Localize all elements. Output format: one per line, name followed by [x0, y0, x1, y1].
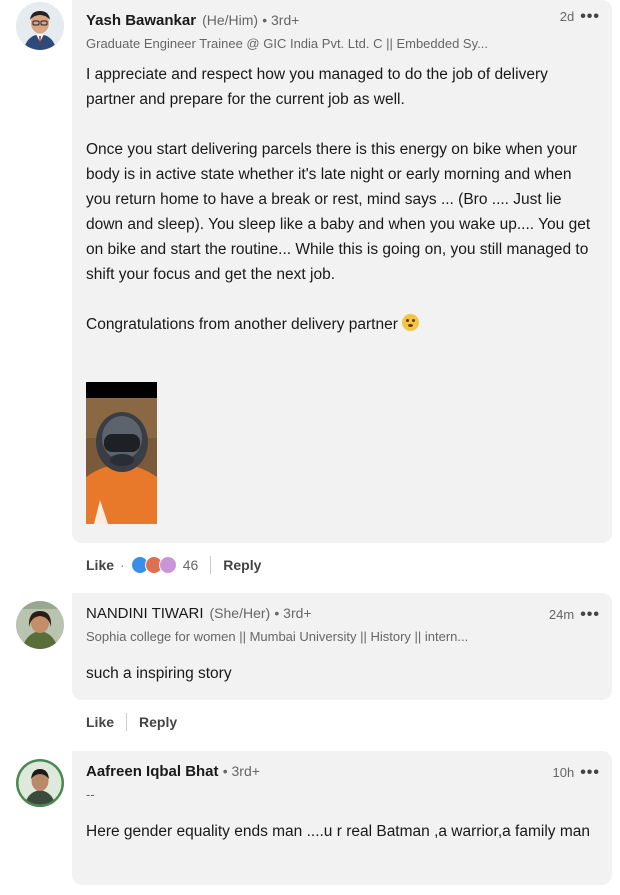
avatar-photo [16, 2, 64, 50]
divider [210, 556, 212, 574]
avatar[interactable] [16, 759, 64, 807]
comment-meta: 2d ••• [559, 8, 600, 24]
like-button[interactable]: Like [86, 714, 114, 730]
author-name[interactable]: Yash Bawankar [86, 12, 196, 29]
comment-meta: 10h ••• [552, 764, 600, 780]
comment-text: Here gender equality ends man ....u r re… [86, 823, 590, 840]
comment-paragraph-text: Congratulations from another delivery pa… [86, 316, 398, 333]
author-name[interactable]: Aafreen Iqbal Bhat [86, 763, 219, 780]
comment-time: 24m [548, 607, 575, 622]
author-headline: Graduate Engineer Trainee @ GIC India Pv… [86, 36, 488, 51]
comment-time: 2d [559, 9, 575, 24]
author-line: NANDINI TIWARI (She/Her) • 3rd+ [86, 605, 312, 622]
comment-actions: Like Reply [86, 713, 177, 731]
avatar[interactable] [16, 2, 64, 50]
author-line: Aafreen Iqbal Bhat • 3rd+ [86, 763, 260, 780]
connection-degree: • 3rd+ [274, 605, 312, 621]
comment-meta: 24m ••• [548, 606, 600, 622]
more-options-icon[interactable]: ••• [580, 606, 600, 622]
comment-text: such a inspiring story [86, 665, 232, 682]
comment-actions: Like · 46 Reply [86, 556, 261, 574]
comment-paragraph: Congratulations from another delivery pa… [86, 312, 591, 337]
like-button[interactable]: Like [86, 557, 114, 573]
more-options-icon[interactable]: ••• [580, 764, 600, 780]
author-headline: -- [86, 787, 95, 802]
reaction-icons[interactable] [130, 556, 177, 574]
connection-degree: • 3rd+ [262, 12, 300, 28]
comment-bubble: Aafreen Iqbal Bhat • 3rd+ -- 10h ••• Her… [72, 751, 612, 885]
reply-button[interactable]: Reply [223, 557, 261, 573]
helmet-selfie-image [86, 382, 157, 524]
comment-text: I appreciate and respect how you managed… [86, 62, 591, 337]
separator-dot: · [120, 557, 125, 573]
author-headline: Sophia college for women || Mumbai Unive… [86, 629, 469, 644]
comment-time: 10h [552, 765, 575, 780]
divider [126, 713, 128, 731]
author-name[interactable]: NANDINI TIWARI [86, 605, 204, 622]
author-line: Yash Bawankar (He/Him) • 3rd+ [86, 12, 299, 29]
reaction-count[interactable]: 46 [183, 557, 199, 573]
comment-bubble: Yash Bawankar (He/Him) • 3rd+ Graduate En… [72, 0, 612, 543]
avatar[interactable] [16, 601, 64, 649]
avatar-photo [16, 759, 64, 807]
flushed-emoji-icon [401, 314, 419, 331]
avatar-photo [16, 601, 64, 649]
comment-bubble: NANDINI TIWARI (She/Her) • 3rd+ Sophia co… [72, 593, 612, 700]
comment-paragraph: I appreciate and respect how you managed… [86, 66, 548, 108]
comment-paragraph: Once you start delivering parcels there … [86, 141, 591, 283]
support-reaction-icon [158, 556, 177, 574]
connection-degree: • 3rd+ [222, 763, 260, 779]
comment-image[interactable] [86, 382, 157, 524]
author-pronoun: (He/Him) [202, 12, 259, 28]
reply-button[interactable]: Reply [139, 714, 177, 730]
more-options-icon[interactable]: ••• [580, 8, 600, 24]
author-pronoun: (She/Her) [209, 605, 271, 621]
